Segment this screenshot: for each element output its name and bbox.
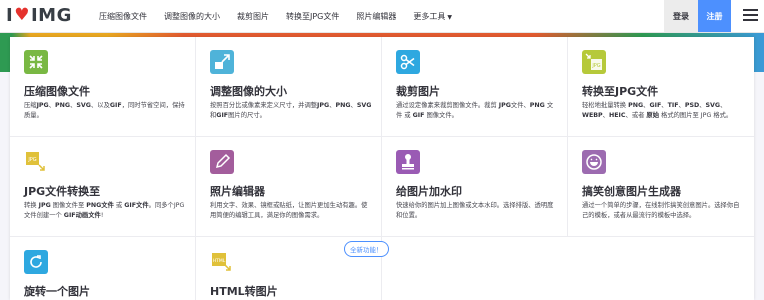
tool-card-convert-from-jpg[interactable]: JPG JPG文件转换至 转换 JPG 图像文件至 PNG文件 或 GIF文件。… [10, 137, 196, 237]
tool-card-photo-editor[interactable]: 照片编辑器 利用文字、效果、镜框或贴纸，让图片更加生动有趣。使用简便的编辑工具，… [196, 137, 382, 237]
hamburger-menu-icon[interactable] [743, 9, 758, 22]
logo-left-text: I [6, 4, 14, 26]
tool-title: 调整图像的大小 [210, 85, 287, 98]
menu-item-compress[interactable]: 压缩图像文件 [99, 11, 147, 22]
svg-text:HTML: HTML [213, 258, 226, 264]
tool-title: 转换至JPG文件 [582, 85, 659, 98]
tool-title: 给图片加水印 [396, 185, 462, 198]
login-button[interactable]: 登录 [664, 0, 698, 32]
tool-desc: 通过设定像素来裁剪图像文件。裁剪 JPG文件、PNG 文件 或 GIF 图像文件… [396, 102, 554, 119]
menu-item-photo-editor[interactable]: 照片编辑器 [356, 11, 396, 22]
main-menu: 压缩图像文件 调整图像的大小 裁剪图片 转换至JPG文件 照片编辑器 更多工具 ▼ [99, 0, 469, 32]
tool-desc: 通过一个简单的步骤，在线制作搞笑创意图片。选择你自己的模板，或者从最流行的模板中… [582, 202, 740, 219]
scissors-icon [396, 50, 420, 74]
tool-title: 裁剪图片 [396, 85, 440, 98]
top-nav: I ♥ IMG 压缩图像文件 调整图像的大小 裁剪图片 转换至JPG文件 照片编辑器… [0, 0, 764, 33]
tool-title: JPG文件转换至 [24, 185, 101, 198]
new-feature-badge: 全新功能！ [344, 241, 389, 257]
tool-title: 照片编辑器 [210, 185, 265, 198]
convert-to-jpg-icon: JPG [582, 50, 606, 74]
signup-button[interactable]: 注册 [698, 0, 731, 32]
menu-item-crop[interactable]: 裁剪图片 [237, 11, 269, 22]
caret-down-icon: ▼ [447, 13, 453, 21]
menu-item-resize[interactable]: 调整图像的大小 [164, 11, 220, 22]
svg-text:JPG: JPG [27, 157, 36, 163]
svg-text:JPG: JPG [591, 63, 600, 69]
tool-card-resize[interactable]: 调整图像的大小 按照百分比或像素来定义尺寸，并调整JPG、PNG、SVG和GIF… [196, 37, 382, 137]
tool-card-compress[interactable]: 压缩图像文件 压缩JPG、PNG、SVG、以及GIF，同时节省空间，保持质量。 [10, 37, 196, 137]
tool-title: 搞笑创意图片生成器 [582, 185, 681, 198]
tool-card-rotate[interactable]: 旋转一个图片 [10, 237, 196, 300]
tool-card-crop[interactable]: 裁剪图片 通过设定像素来裁剪图像文件。裁剪 JPG文件、PNG 文件 或 GIF… [382, 37, 568, 137]
logo-right-text: IMG [30, 4, 72, 26]
compress-icon [24, 50, 48, 74]
tool-desc: 按照百分比或像素来定义尺寸，并调整JPG、PNG、SVG和GIF图片的尺寸。 [210, 102, 372, 119]
logo[interactable]: I ♥ IMG [6, 4, 72, 26]
heart-icon: ♥ [14, 5, 30, 25]
tool-desc: 压缩JPG、PNG、SVG、以及GIF，同时节省空间，保持质量。 [24, 102, 185, 119]
resize-icon [210, 50, 234, 74]
tool-card-html-to-image[interactable]: HTML 全新功能！ HTML转图片 [196, 237, 389, 300]
tools-panel: 压缩图像文件 压缩JPG、PNG、SVG、以及GIF，同时节省空间，保持质量。 … [10, 37, 754, 300]
more-tools-label: 更多工具 [413, 11, 446, 21]
rotate-icon [24, 250, 48, 274]
laugh-icon [582, 150, 606, 174]
html-icon: HTML [210, 250, 234, 274]
tool-card-convert-to-jpg[interactable]: JPG 转换至JPG文件 轻松地批量转换 PNG、GIF、TIF、PSD、SVG… [568, 37, 754, 137]
tool-desc: 利用文字、效果、镜框或贴纸，让图片更加生动有趣。使用简便的编辑工具，满足你的图像… [210, 202, 368, 219]
stamp-icon [396, 150, 420, 174]
tool-desc: 转换 JPG 图像文件至 PNG文件 或 GIF文件。同多个JPG文件创建一个 … [24, 202, 185, 219]
tool-title: HTML转图片 [210, 285, 278, 298]
tool-desc: 轻松地批量转换 PNG、GIF、TIF、PSD、SVG、WEBP、HEIC、或者… [582, 102, 733, 119]
tool-card-meme-generator[interactable]: 搞笑创意图片生成器 通过一个简单的步骤，在线制作搞笑创意图片。选择你自己的模板，… [568, 137, 754, 237]
tool-desc: 快速给你的图片加上图像或文本水印。选择排版、透明度和位置。 [396, 202, 554, 219]
tool-title: 旋转一个图片 [24, 285, 90, 298]
pencil-icon [210, 150, 234, 174]
tool-title: 压缩图像文件 [24, 85, 90, 98]
tool-card-watermark[interactable]: 给图片加水印 快速给你的图片加上图像或文本水印。选择排版、透明度和位置。 [382, 137, 568, 237]
menu-item-more-tools[interactable]: 更多工具 ▼ [413, 11, 452, 22]
convert-from-jpg-icon: JPG [24, 150, 48, 174]
menu-item-convert-jpg[interactable]: 转换至JPG文件 [286, 11, 339, 22]
